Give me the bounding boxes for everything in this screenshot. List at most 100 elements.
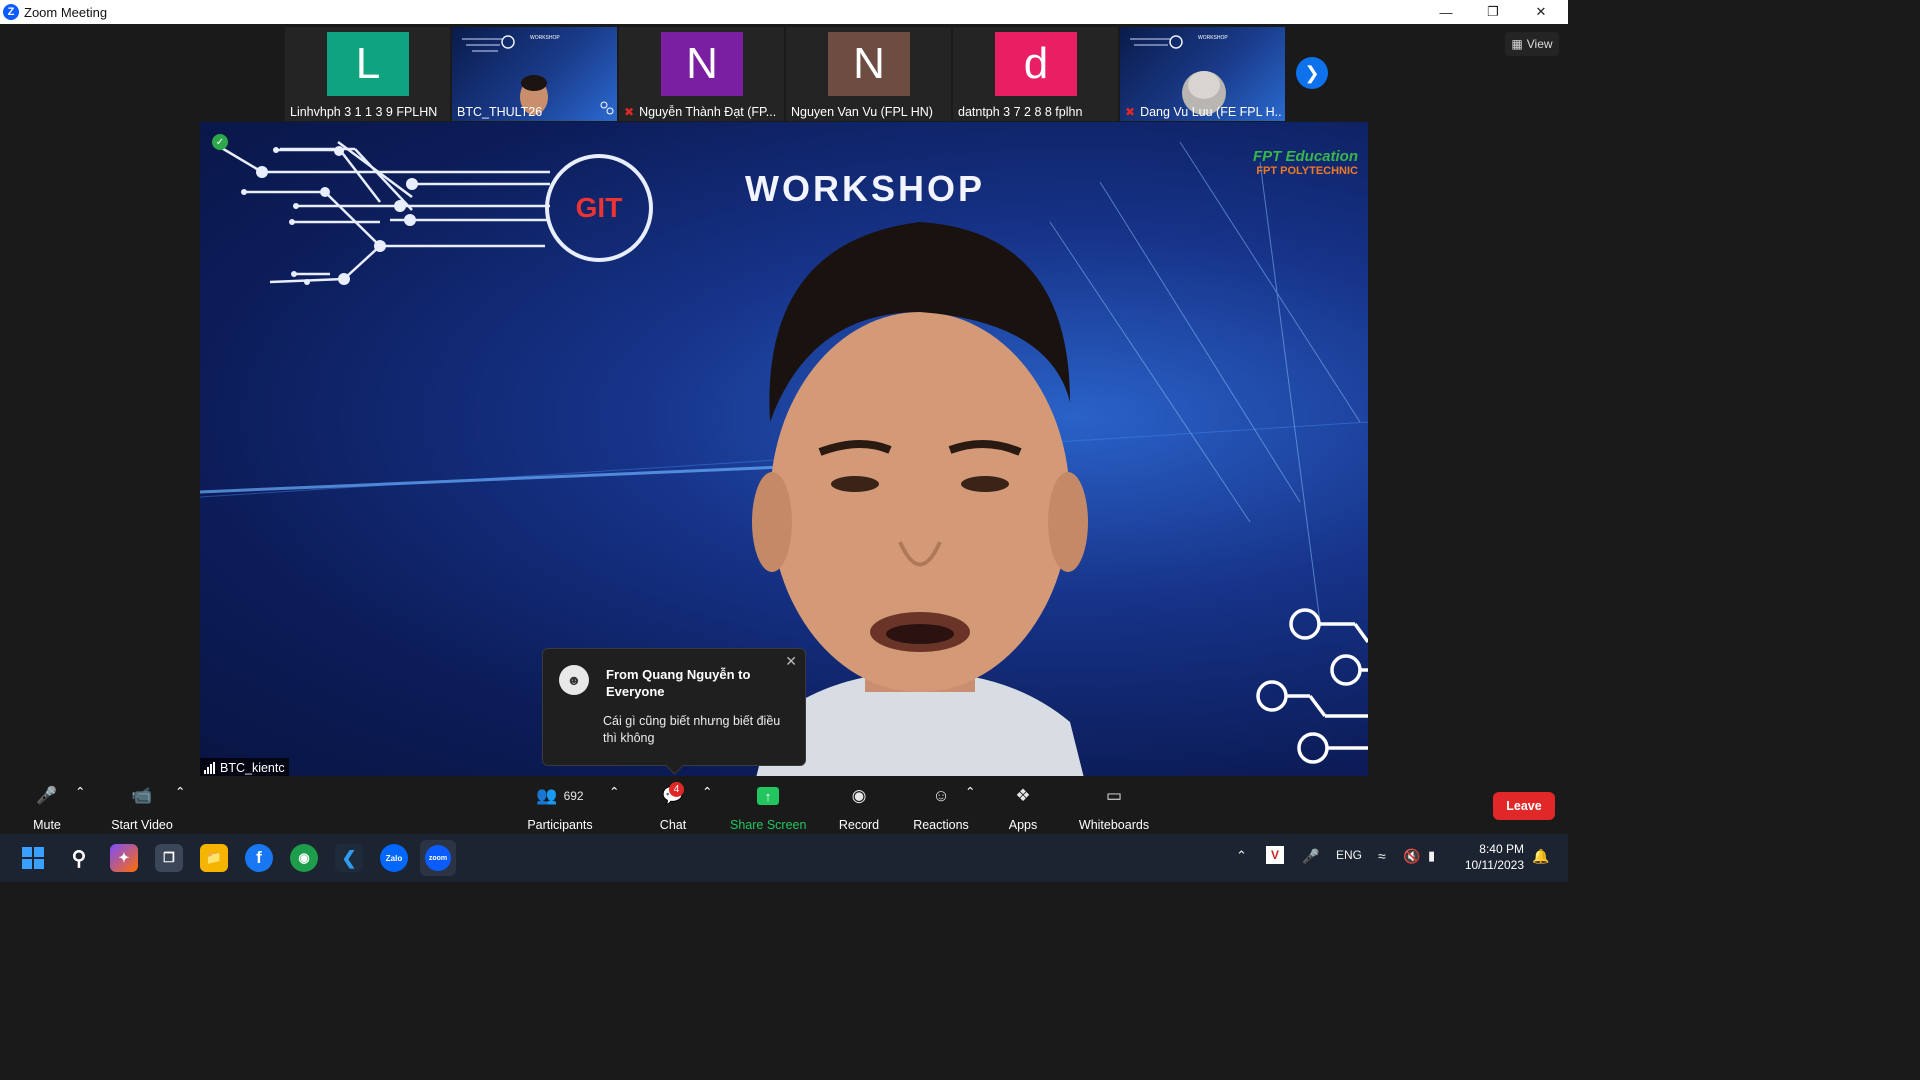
participant-tile[interactable]: N ✖ Nguyễn Thành Đạt (FP... [619, 27, 784, 121]
mute-label: Mute [33, 818, 61, 832]
participant-name: datntph 3 7 2 8 8 fplhn [958, 105, 1083, 119]
clock-date: 10/11/2023 [1464, 858, 1524, 872]
participant-name: Nguyễn Thành Đạt (FP... [639, 105, 777, 119]
chat-notification-message: Cái gì cũng biết nhưng biết điều thì khô… [603, 714, 781, 745]
signal-strength-icon [204, 762, 215, 774]
zoom-logo-icon: Z [3, 4, 19, 20]
next-page-button[interactable]: ❯ [1296, 57, 1328, 89]
os-taskbar: ⚲ ✦ ❐ 📁 f ◉ ❮ Zalo zoom ⌃ V 🎤 ENG ≈ 🔇 ▮ … [0, 834, 1568, 882]
task-view-icon[interactable]: ❐ [155, 844, 183, 872]
copilot-icon[interactable]: ✦ [110, 844, 138, 872]
clock-time: 8:40 PM [1479, 842, 1524, 856]
zalo-icon[interactable]: Zalo [380, 844, 408, 872]
participant-name: BTC_THULT26 [457, 105, 543, 119]
notification-bell-icon[interactable]: 🔔 [1532, 848, 1549, 865]
video-options-chevron-icon[interactable]: ⌃ [175, 784, 185, 799]
battery-icon[interactable]: ▮ [1428, 848, 1435, 864]
reactions-options-chevron-icon[interactable]: ⌃ [965, 784, 975, 799]
participants-options-chevron-icon[interactable]: ⌃ [609, 784, 619, 799]
participants-button[interactable]: 👥 692 Participants [524, 784, 596, 832]
participant-name-label: Nguyen Van Vu (FPL HN) [791, 105, 948, 119]
zalo-icon-label: Zalo [385, 853, 403, 863]
windows-start-icon[interactable] [19, 844, 47, 872]
minimize-button[interactable]: — [1423, 0, 1469, 24]
view-button[interactable]: ▦ View [1505, 32, 1559, 56]
chevron-up-icon[interactable]: ⌃ [1236, 848, 1247, 864]
participant-avatar: N [828, 32, 910, 96]
start-video-label: Start Video [111, 818, 173, 832]
participant-tile[interactable]: d datntph 3 7 2 8 8 fplhn [953, 27, 1118, 121]
fpt-logo-line1: FPT Education [1253, 148, 1358, 165]
record-label: Record [838, 818, 880, 832]
chat-notification[interactable]: ☻ From Quang Nguyễn to Everyone Cái gì c… [542, 648, 806, 775]
apps-button[interactable]: ❖ Apps [1006, 784, 1040, 832]
share-screen-button[interactable]: ↑ Share Screen [730, 784, 806, 832]
participant-avatar: N [661, 32, 743, 96]
mic-muted-icon: ✖ [1125, 105, 1136, 119]
whiteboards-button[interactable]: ▭ Whiteboards [1076, 784, 1152, 832]
participant-name: Linhvhph 3 1 1 3 9 FPLHN [290, 105, 438, 119]
mic-muted-icon: ✖ [624, 105, 635, 119]
audio-options-chevron-icon[interactable]: ⌃ [75, 784, 85, 799]
svg-text:WORKSHOP: WORKSHOP [530, 35, 560, 41]
participants-count: 692 [563, 789, 584, 803]
zoom-taskbar-button[interactable]: zoom [420, 840, 456, 876]
participants-icon: 👥 [536, 786, 558, 805]
chat-notification-header: From Quang Nguyễn to Everyone [606, 667, 751, 699]
participant-tile[interactable]: WORKSHOP BTC_THULT26 [452, 27, 617, 121]
leave-button[interactable]: Leave [1493, 792, 1555, 820]
chat-button[interactable]: 💬4 Chat [655, 782, 691, 832]
fpt-logo: FPT Education FPT POLYTECHNIC [1253, 148, 1358, 177]
grid-icon: ▦ [1511, 37, 1523, 51]
search-icon[interactable]: ⚲ [65, 844, 93, 872]
chat-options-chevron-icon[interactable]: ⌃ [702, 784, 712, 799]
close-icon[interactable]: ✕ [785, 653, 797, 670]
participant-tile[interactable]: N Nguyen Van Vu (FPL HN) [786, 27, 951, 121]
reactions-label: Reactions [913, 818, 969, 832]
close-button[interactable]: ✕ [1518, 0, 1564, 24]
restore-button[interactable]: ❐ [1470, 0, 1516, 24]
shield-check-icon: ✓ [212, 134, 228, 150]
chrome-icon[interactable]: ◉ [290, 844, 318, 872]
whiteboard-icon: ▭ [1105, 786, 1123, 805]
fpt-logo-line2: FPT POLYTECHNIC [1256, 165, 1358, 177]
title-bar: Z Zoom Meeting — ❐ ✕ [0, 0, 1568, 24]
video-off-icon: 📹 [131, 786, 153, 805]
participant-name: Dang Vu Luu (FE FPL H... [1140, 105, 1282, 119]
participant-name-label: Linhvhph 3 1 1 3 9 FPLHN [290, 105, 447, 119]
apps-label: Apps [1008, 818, 1038, 832]
record-button[interactable]: ◉ Record [836, 784, 882, 832]
participant-tile[interactable]: WORKSHOP ✖ Dang Vu Luu (FE FPL H... [1120, 27, 1285, 121]
wifi-icon[interactable]: ≈ [1378, 848, 1386, 864]
git-badge: GIT [545, 154, 653, 262]
participant-tile[interactable]: L Linhvhph 3 1 1 3 9 FPLHN [285, 27, 450, 121]
participant-name-label: ✖ Dang Vu Luu (FE FPL H... [1125, 105, 1282, 119]
meeting-toolbar: 🎤 Mute ⌃ 📹 Start Video ⌃ 👥 692 Participan… [0, 776, 1568, 834]
participants-label: Participants [527, 818, 593, 832]
microphone-tray-icon[interactable]: 🎤 [1302, 848, 1319, 865]
speaker-muted-icon[interactable]: 🔇 [1403, 848, 1420, 865]
speaker-name: BTC_kientc [220, 761, 285, 775]
speaker-name-label: BTC_kientc [200, 758, 289, 778]
participant-avatar: L [327, 32, 409, 96]
input-language[interactable]: ENG [1336, 848, 1362, 862]
emoji-add-icon: ☺ [932, 786, 950, 805]
system-clock[interactable]: 8:40 PM 10/11/2023 [1456, 841, 1524, 873]
chevron-right-icon: ❯ [1304, 62, 1320, 83]
start-video-button[interactable]: 📹 Start Video [108, 784, 176, 832]
share-screen-label: Share Screen [730, 818, 807, 832]
record-icon: ◉ [851, 786, 867, 805]
vscode-icon[interactable]: ❮ [335, 844, 363, 872]
antivirus-icon[interactable]: V [1266, 846, 1284, 864]
file-explorer-icon[interactable]: 📁 [200, 844, 228, 872]
chat-unread-badge: 4 [669, 782, 684, 797]
participant-name: Nguyen Van Vu (FPL HN) [791, 105, 933, 119]
meeting-stage: L Linhvhph 3 1 1 3 9 FPLHN WORKSHOP BTC_… [0, 24, 1568, 778]
participant-name-label: BTC_THULT26 [457, 105, 614, 119]
microphone-icon: 🎤 [36, 786, 58, 805]
mute-button[interactable]: 🎤 Mute [27, 784, 67, 832]
reactions-button[interactable]: ☺ Reactions [912, 784, 970, 832]
svg-text:WORKSHOP: WORKSHOP [1198, 35, 1228, 41]
participant-name-label: datntph 3 7 2 8 8 fplhn [958, 105, 1115, 119]
facebook-icon[interactable]: f [245, 844, 273, 872]
